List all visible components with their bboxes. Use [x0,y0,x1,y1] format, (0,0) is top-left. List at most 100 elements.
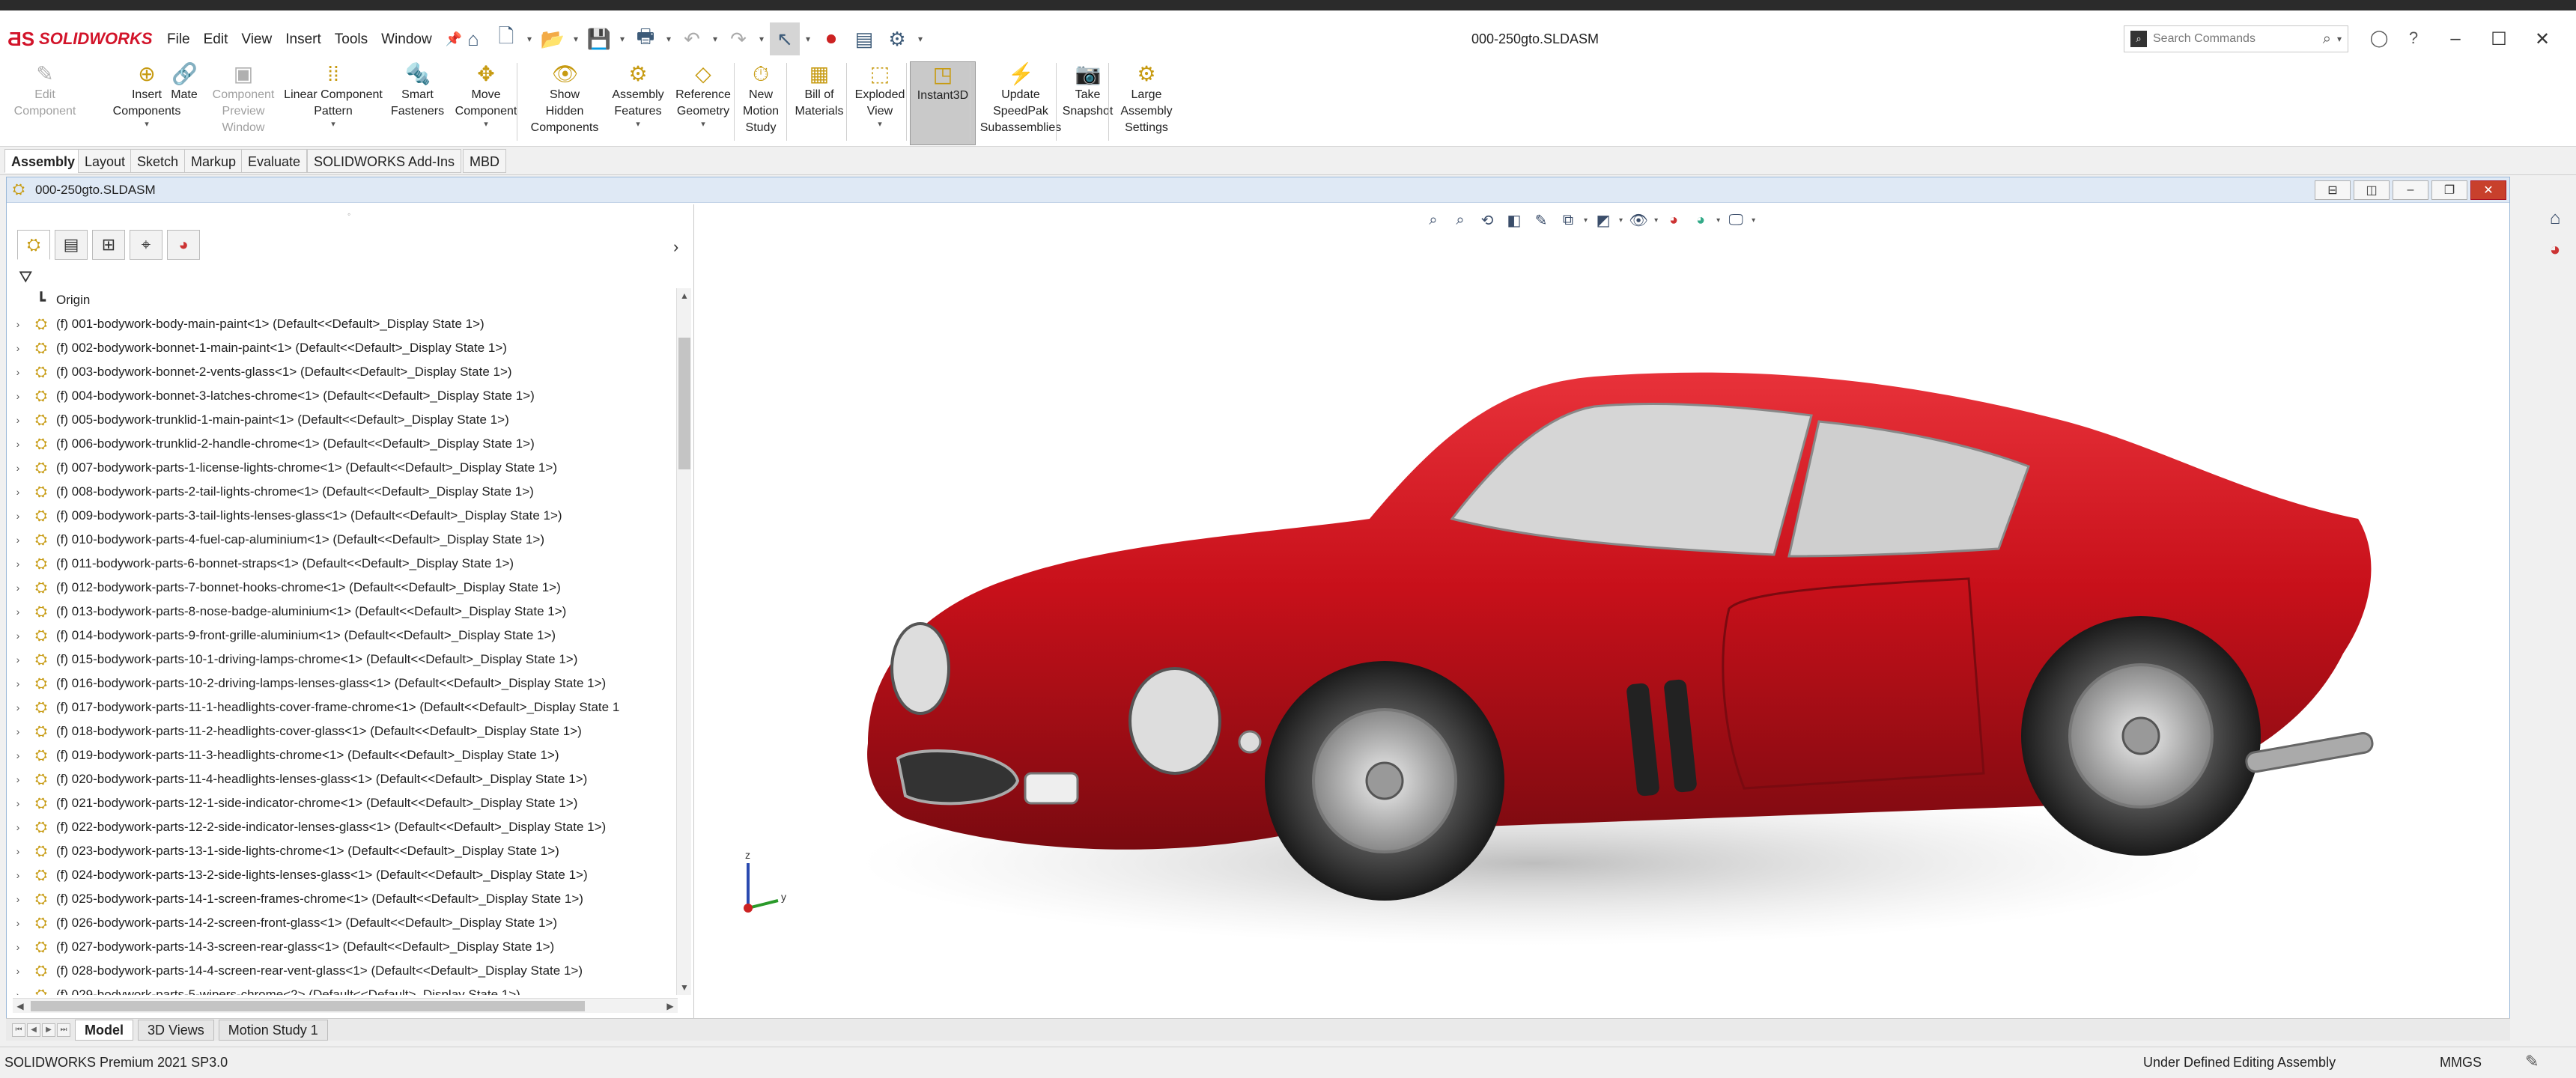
tree-item[interactable]: › ⛭ (f) 002-bodywork-bonnet-1-main-paint<1… [7,336,675,360]
menu-window[interactable]: Window [375,27,438,52]
tree-item[interactable]: › ⛭ (f) 016-bodywork-parts-10-2-driving-la… [7,672,675,695]
tree-item[interactable]: › ⛭ (f) 029-bodywork-parts-5-wipers-chrome… [7,983,675,996]
expand-arrow-icon[interactable]: › [7,534,29,546]
expand-arrow-icon[interactable]: › [7,342,29,354]
maximize-icon[interactable]: ☐ [2477,24,2521,54]
tree-item[interactable]: › ⛭ (f) 025-bodywork-parts-14-1-screen-fra… [7,887,675,911]
filter-icon[interactable]: ⛛ [19,267,32,287]
show-hidden-button[interactable]: 👁 Show Hidden Components [524,61,605,136]
open-dropdown-icon[interactable]: ▾ [571,34,581,44]
dropdown-arrow-icon[interactable]: ▾ [484,120,488,129]
tree-item[interactable]: › ⛭ (f) 021-bodywork-parts-12-1-side-indic… [7,791,675,815]
expand-arrow-icon[interactable]: › [7,486,29,498]
scroll-up-icon[interactable]: ▲ [677,288,692,303]
task-pane-appearances-icon[interactable]: ◕ [2540,235,2570,265]
tab-markup[interactable]: Markup [184,149,243,173]
file-properties-icon[interactable]: ▤ [849,22,879,55]
linear-pattern-button[interactable]: ⁞⁞ Linear Component Pattern ▾ [277,61,389,129]
home-icon[interactable]: ⌂ [458,22,488,55]
configuration-manager-tab-icon[interactable]: ⊞ [92,230,125,260]
assembly-features-button[interactable]: ⚙ Assembly Features ▾ [605,61,671,129]
tab-evaluate[interactable]: Evaluate [241,149,308,173]
expand-arrow-icon[interactable]: › [7,606,29,618]
large-assembly-button[interactable]: ⚙ Large Assembly Settings [1112,61,1181,136]
menu-edit[interactable]: Edit [198,27,234,52]
expand-arrow-icon[interactable]: › [7,654,29,666]
expand-arrow-icon[interactable]: › [7,414,29,426]
open-icon[interactable]: 📂 [538,22,568,55]
expand-arrow-icon[interactable]: › [7,462,29,474]
tree-item[interactable]: › ⛭ (f) 008-bodywork-parts-2-tail-lights-c… [7,480,675,504]
expand-arrow-icon[interactable]: › [7,438,29,450]
print-icon[interactable]: 🖶 [631,22,660,55]
bottom-tab-3d-views[interactable]: 3D Views [138,1019,214,1041]
last-tab-icon[interactable]: ⏭ [57,1023,70,1037]
snapshot-button[interactable]: 📷 Take Snapshot [1060,61,1116,120]
expand-arrow-icon[interactable]: › [7,821,29,833]
rebuild-traffic-light-icon[interactable]: ⏺ [816,22,846,55]
smart-fasteners-button[interactable]: 🔩 Smart Fasteners [389,61,446,120]
tile-vertical-icon[interactable]: ◫ [2354,180,2390,200]
help-icon[interactable]: ? [2401,25,2426,51]
doc-minimize-icon[interactable]: – [2393,180,2428,200]
bom-button[interactable]: ▦ Bill of Materials [790,61,848,120]
doc-close-icon[interactable]: ✕ [2470,180,2506,200]
bottom-tab-model[interactable]: Model [75,1019,133,1041]
save-dropdown-icon[interactable]: ▾ [617,34,628,44]
tab-sketch[interactable]: Sketch [130,149,186,173]
menu-file[interactable]: File [161,27,196,52]
expand-panel-chevron-icon[interactable]: › [673,237,678,257]
preview-window-button[interactable]: ▣ Component Preview Window [202,61,285,136]
feature-tree-tab-icon[interactable]: ⛭ [17,230,50,260]
tab-mbd[interactable]: MBD [463,149,506,173]
quick-tips-icon[interactable]: ✎ [2525,1052,2539,1071]
options-dropdown-icon[interactable]: ▾ [915,34,926,44]
options-gear-icon[interactable]: ⚙ [882,22,912,55]
tile-horizontal-icon[interactable]: ⊟ [2315,180,2351,200]
dropdown-arrow-icon[interactable]: ▾ [701,120,705,129]
solidworks-logo[interactable]: ƋS SOLIDWORKS [7,25,153,52]
tab-solidworks-add-ins[interactable]: SOLIDWORKS Add-Ins [307,149,462,173]
menu-insert[interactable]: Insert [279,27,327,52]
tree-item[interactable]: › ⛭ (f) 026-bodywork-parts-14-2-screen-fro… [7,911,675,935]
tree-item[interactable]: › ⛭ (f) 027-bodywork-parts-14-3-screen-rea… [7,935,675,959]
car-model[interactable] [696,204,2509,1022]
expand-arrow-icon[interactable]: › [7,366,29,378]
expand-arrow-icon[interactable]: › [7,701,29,713]
tree-item[interactable]: › ⛭ (f) 014-bodywork-parts-9-front-grille-… [7,624,675,648]
tree-item[interactable]: › ⛭ (f) 006-bodywork-trunklid-2-handle-chr… [7,432,675,456]
minimize-icon[interactable]: – [2434,24,2477,54]
expand-arrow-icon[interactable]: › [7,869,29,881]
tree-item[interactable]: › ⛭ (f) 007-bodywork-parts-1-license-light… [7,456,675,480]
search-input[interactable]: Search Commands [2153,32,2317,46]
expand-arrow-icon[interactable]: › [7,390,29,402]
expand-arrow-icon[interactable]: › [7,725,29,737]
tree-item[interactable]: › ⛭ (f) 017-bodywork-parts-11-1-headlights… [7,695,675,719]
search-dropdown-icon[interactable]: ▾ [2337,34,2342,44]
undo-icon[interactable]: ↶ [677,22,707,55]
expand-arrow-icon[interactable]: › [7,893,29,905]
expand-arrow-icon[interactable]: › [7,677,29,689]
expand-arrow-icon[interactable]: › [7,749,29,761]
user-account-icon[interactable]: ◯ [2366,25,2392,51]
tree-origin[interactable]: ┗ Origin [7,288,675,312]
first-tab-icon[interactable]: ⏮ [12,1023,25,1037]
search-commands-box[interactable]: ⌕ Search Commands ⌕ ▾ [2124,25,2348,52]
scroll-left-icon[interactable]: ◀ [13,999,28,1014]
expand-arrow-icon[interactable]: › [7,558,29,570]
mate-button[interactable]: 🔗 Mate [165,61,204,103]
search-icon[interactable]: ⌕ [2323,31,2331,48]
select-cursor-icon[interactable]: ↖ [770,22,800,55]
graphics-area[interactable]: ⌕ ⌕ ⟲ ◧ ✎ ⧉ ▾ ◩ ▾ 👁 ▾ ◕ ◕ ▾ 🖵 ▾ z y [696,204,2509,1022]
tree-item[interactable]: › ⛭ (f) 018-bodywork-parts-11-2-headlights… [7,719,675,743]
dropdown-arrow-icon[interactable]: ▾ [878,120,882,129]
select-dropdown-icon[interactable]: ▾ [803,34,813,44]
tree-item[interactable]: › ⛭ (f) 013-bodywork-parts-8-nose-badge-al… [7,600,675,624]
doc-restore-icon[interactable]: ❐ [2431,180,2467,200]
scroll-right-icon[interactable]: ▶ [663,999,678,1014]
dropdown-arrow-icon[interactable]: ▾ [145,120,149,129]
tree-item[interactable]: › ⛭ (f) 024-bodywork-parts-13-2-side-light… [7,863,675,887]
tree-vertical-scrollbar[interactable]: ▲ ▼ [676,288,691,995]
expand-arrow-icon[interactable]: › [7,965,29,977]
new-dropdown-icon[interactable]: ▾ [524,34,535,44]
